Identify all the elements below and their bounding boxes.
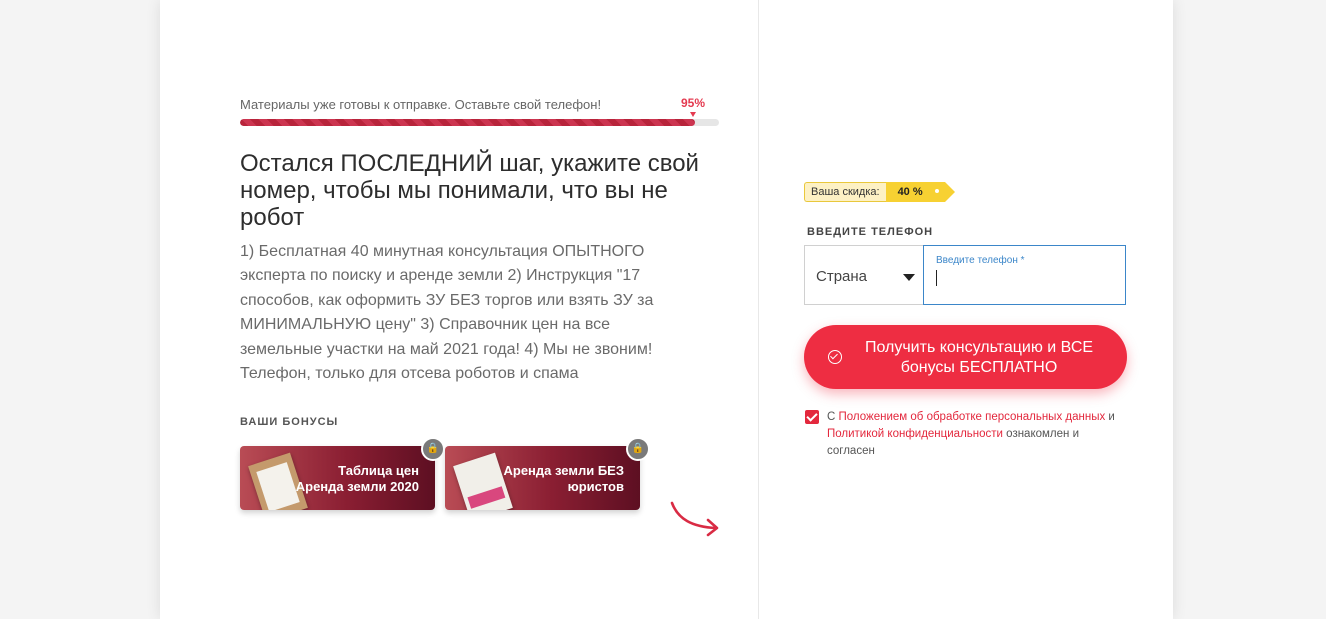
right-column: Ваша скидка: 40 % ВВЕДИТЕ ТЕЛЕФОН Страна… bbox=[804, 0, 1134, 619]
progress-fill bbox=[240, 119, 696, 126]
bonus-label: Аренда земли БЕЗ юристов bbox=[503, 463, 625, 494]
phone-label: ВВЕДИТЕ ТЕЛЕФОН bbox=[807, 226, 934, 238]
bonus-card-price-table[interactable]: Таблица цен Аренда земли 2020 bbox=[240, 446, 435, 510]
bonuses-title: ВАШИ БОНУСЫ bbox=[240, 416, 339, 428]
page-title: Остался ПОСЛЕДНИЙ шаг, укажите свой номе… bbox=[240, 150, 699, 231]
progress-bar bbox=[240, 119, 719, 126]
bonus-label: Таблица цен Аренда земли 2020 bbox=[295, 463, 419, 494]
chevron-down-icon bbox=[903, 274, 915, 281]
discount-value: 40 % bbox=[885, 182, 955, 202]
lock-icon: 🔒 bbox=[626, 437, 650, 461]
progress-marker-icon bbox=[690, 112, 696, 117]
discount-badge: Ваша скидка: 40 % bbox=[804, 182, 955, 202]
consent-checkbox[interactable] bbox=[805, 410, 819, 424]
form-card: Материалы уже готовы к отправке. Оставьт… bbox=[160, 0, 1173, 619]
lock-icon: 🔒 bbox=[421, 437, 445, 461]
cta-label: Получить консультацию и ВСЕ бонусы БЕСПЛ… bbox=[864, 339, 1094, 376]
consent-prefix: С bbox=[827, 411, 836, 423]
consent-text: С Положением об обработке персональных д… bbox=[827, 409, 1127, 460]
confidentiality-link[interactable]: Политикой конфиденциальности bbox=[827, 428, 1003, 440]
text-cursor bbox=[936, 270, 937, 286]
bonus-card-no-lawyers[interactable]: Аренда земли БЕЗ юристов bbox=[445, 446, 640, 510]
get-consultation-button[interactable]: Получить консультацию и ВСЕ бонусы БЕСПЛ… bbox=[804, 325, 1127, 389]
phone-placeholder: Введите телефон * bbox=[936, 255, 1025, 266]
consent-middle: и bbox=[1108, 411, 1115, 423]
country-select[interactable]: Страна bbox=[804, 245, 923, 305]
description: 1) Бесплатная 40 минутная консультация О… bbox=[240, 243, 654, 383]
progress-percent: 95% bbox=[681, 96, 706, 110]
progress-text: Материалы уже готовы к отправке. Оставьт… bbox=[240, 97, 602, 112]
column-divider bbox=[758, 0, 759, 619]
privacy-policy-link[interactable]: Положением об обработке персональных дан… bbox=[839, 411, 1106, 423]
country-select-value: Страна bbox=[816, 268, 868, 285]
phone-input[interactable]: Введите телефон * bbox=[923, 245, 1126, 305]
discount-label: Ваша скидка: bbox=[804, 182, 886, 202]
check-circle-icon bbox=[828, 350, 842, 364]
left-column: Материалы уже готовы к отправке. Оставьт… bbox=[240, 0, 720, 619]
curved-arrow-icon bbox=[670, 501, 719, 537]
